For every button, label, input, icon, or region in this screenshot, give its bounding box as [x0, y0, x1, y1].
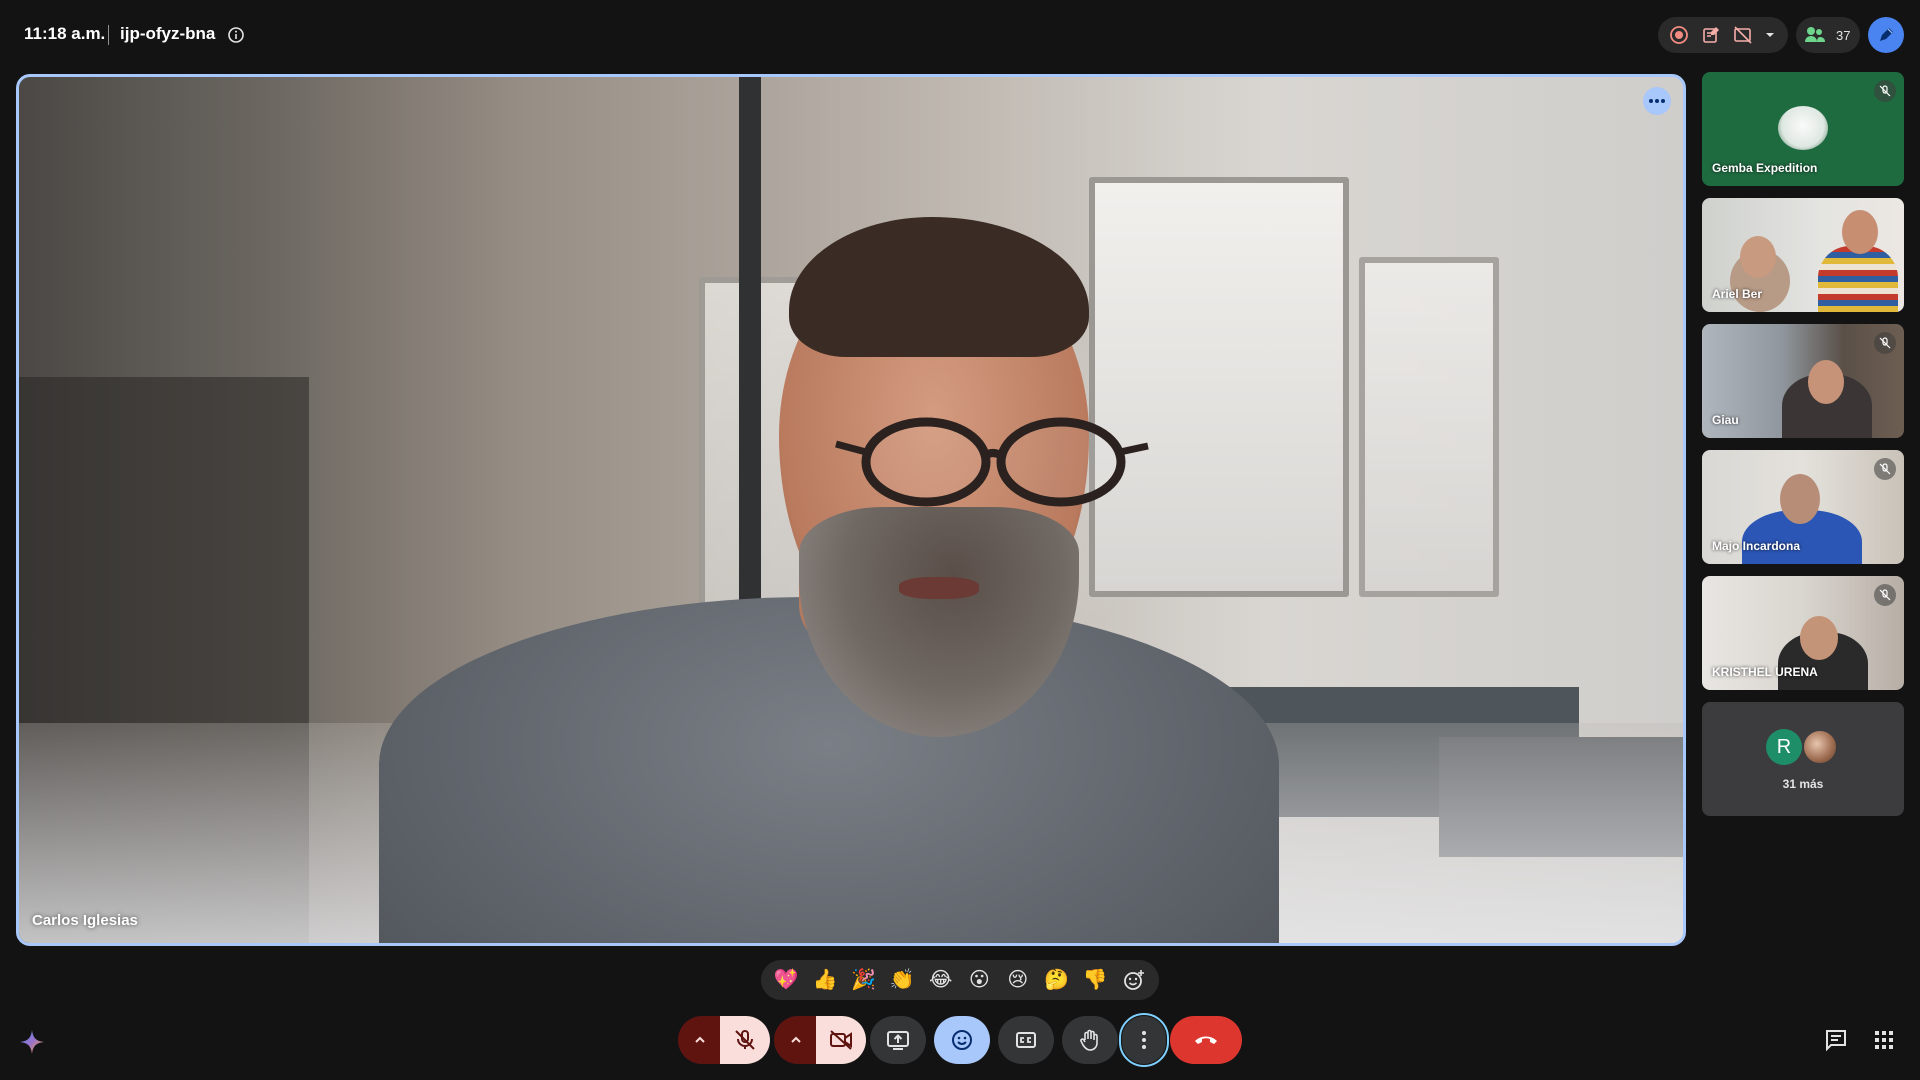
clock: 11:18 a.m. — [24, 24, 106, 43]
gemini-sparkle-icon[interactable] — [12, 1022, 52, 1062]
participants-button[interactable]: 37 — [1796, 17, 1860, 53]
captions-icon — [1016, 1032, 1036, 1048]
avatar: R — [1766, 729, 1802, 765]
people-icon — [1804, 24, 1826, 46]
meeting-tools-group — [1658, 17, 1788, 53]
person-hair — [789, 217, 1089, 357]
reaction-surprised[interactable]: 😮 — [964, 965, 994, 995]
captions-button[interactable] — [998, 1016, 1054, 1064]
emoji-icon — [952, 1030, 972, 1050]
mic-off-icon — [1874, 584, 1896, 606]
participant-count: 37 — [1836, 27, 1851, 43]
participant-name: KRISTHEL URENA — [1712, 665, 1818, 679]
person-figure — [1842, 210, 1878, 254]
present-icon — [887, 1031, 909, 1050]
activities-icon[interactable] — [1700, 24, 1722, 46]
participant-tile[interactable]: Gemba Expedition — [1702, 72, 1904, 186]
speaker-name: Carlos Iglesias — [32, 912, 138, 929]
participant-name: Gemba Expedition — [1712, 161, 1818, 175]
reaction-thumbs-up[interactable]: 👍 — [810, 965, 840, 995]
record-icon[interactable] — [1668, 24, 1690, 46]
chevron-up-icon — [695, 1036, 705, 1043]
avatar — [1802, 729, 1838, 765]
more-vert-icon — [1142, 1031, 1146, 1049]
person-figure — [1780, 474, 1820, 524]
participant-tile[interactable]: Ariel Ber — [1702, 198, 1904, 312]
participant-name: Giau — [1712, 413, 1739, 427]
participant-tile[interactable]: KRISTHEL URENA — [1702, 576, 1904, 690]
camera-toggle-button[interactable] — [816, 1016, 866, 1064]
reaction-party-popper[interactable]: 🎉 — [848, 965, 878, 995]
raise-hand-button[interactable] — [1062, 1016, 1118, 1064]
reaction-sad[interactable]: 😢 — [1003, 965, 1033, 995]
gemba-logo — [1778, 106, 1828, 150]
mic-toggle-button[interactable] — [720, 1016, 770, 1064]
person-glasses — [835, 417, 1149, 507]
person-figure — [1818, 246, 1898, 312]
background-window — [1359, 257, 1499, 597]
captions-off-icon[interactable] — [1732, 24, 1754, 46]
leave-call-button[interactable] — [1170, 1016, 1242, 1064]
mic-off-icon — [1874, 458, 1896, 480]
add-reaction-icon[interactable] — [1119, 965, 1149, 995]
participant-tile[interactable]: Majo Incardona — [1702, 450, 1904, 564]
mic-off-icon — [735, 1030, 755, 1050]
reaction-joy[interactable]: 😂 — [926, 965, 956, 995]
participant-name: Ariel Ber — [1712, 287, 1763, 301]
reactions-bar: 💖 👍 🎉 👏 😂 😮 😢 🤔 👎 — [761, 960, 1159, 1000]
video-options-button[interactable] — [774, 1016, 818, 1064]
info-icon[interactable] — [227, 26, 245, 44]
person-figure — [1800, 616, 1838, 660]
mic-off-icon — [1874, 332, 1896, 354]
audio-options-button[interactable] — [678, 1016, 722, 1064]
participant-name: Majo Incardona — [1712, 539, 1801, 553]
reaction-sparkling-heart[interactable]: 💖 — [771, 965, 801, 995]
main-speaker-video[interactable]: Carlos Iglesias — [16, 74, 1686, 946]
reaction-thinking[interactable]: 🤔 — [1041, 965, 1071, 995]
divider — [108, 25, 109, 45]
more-options-button[interactable] — [1119, 1013, 1169, 1067]
participant-tile[interactable]: Giau — [1702, 324, 1904, 438]
background-window — [1089, 177, 1349, 597]
call-end-icon — [1195, 1036, 1217, 1044]
present-screen-button[interactable] — [870, 1016, 926, 1064]
more-participants-tile[interactable]: R 31 más — [1702, 702, 1904, 816]
chevron-down-icon[interactable] — [1764, 24, 1776, 46]
apps-icon[interactable] — [1870, 1026, 1898, 1054]
reaction-thumbs-down[interactable]: 👎 — [1080, 965, 1110, 995]
camera-off-icon — [830, 1030, 852, 1050]
reaction-clapping[interactable]: 👏 — [887, 965, 917, 995]
top-bar: 11:18 a.m. ijp-ofyz-bna 37 — [0, 0, 1920, 70]
meeting-code: ijp-ofyz-bna — [120, 24, 216, 43]
more-options-icon[interactable] — [1643, 87, 1671, 115]
person-figure — [1808, 360, 1844, 404]
reactions-button[interactable] — [934, 1016, 990, 1064]
chat-icon[interactable] — [1822, 1026, 1850, 1054]
person-figure — [1740, 236, 1776, 278]
mic-off-icon — [1874, 80, 1896, 102]
more-participants-label: 31 más — [1782, 777, 1824, 791]
chevron-up-icon — [791, 1036, 801, 1043]
person-mouth — [899, 577, 979, 599]
raise-hand-icon — [1080, 1029, 1098, 1051]
pen-icon[interactable] — [1868, 17, 1904, 53]
